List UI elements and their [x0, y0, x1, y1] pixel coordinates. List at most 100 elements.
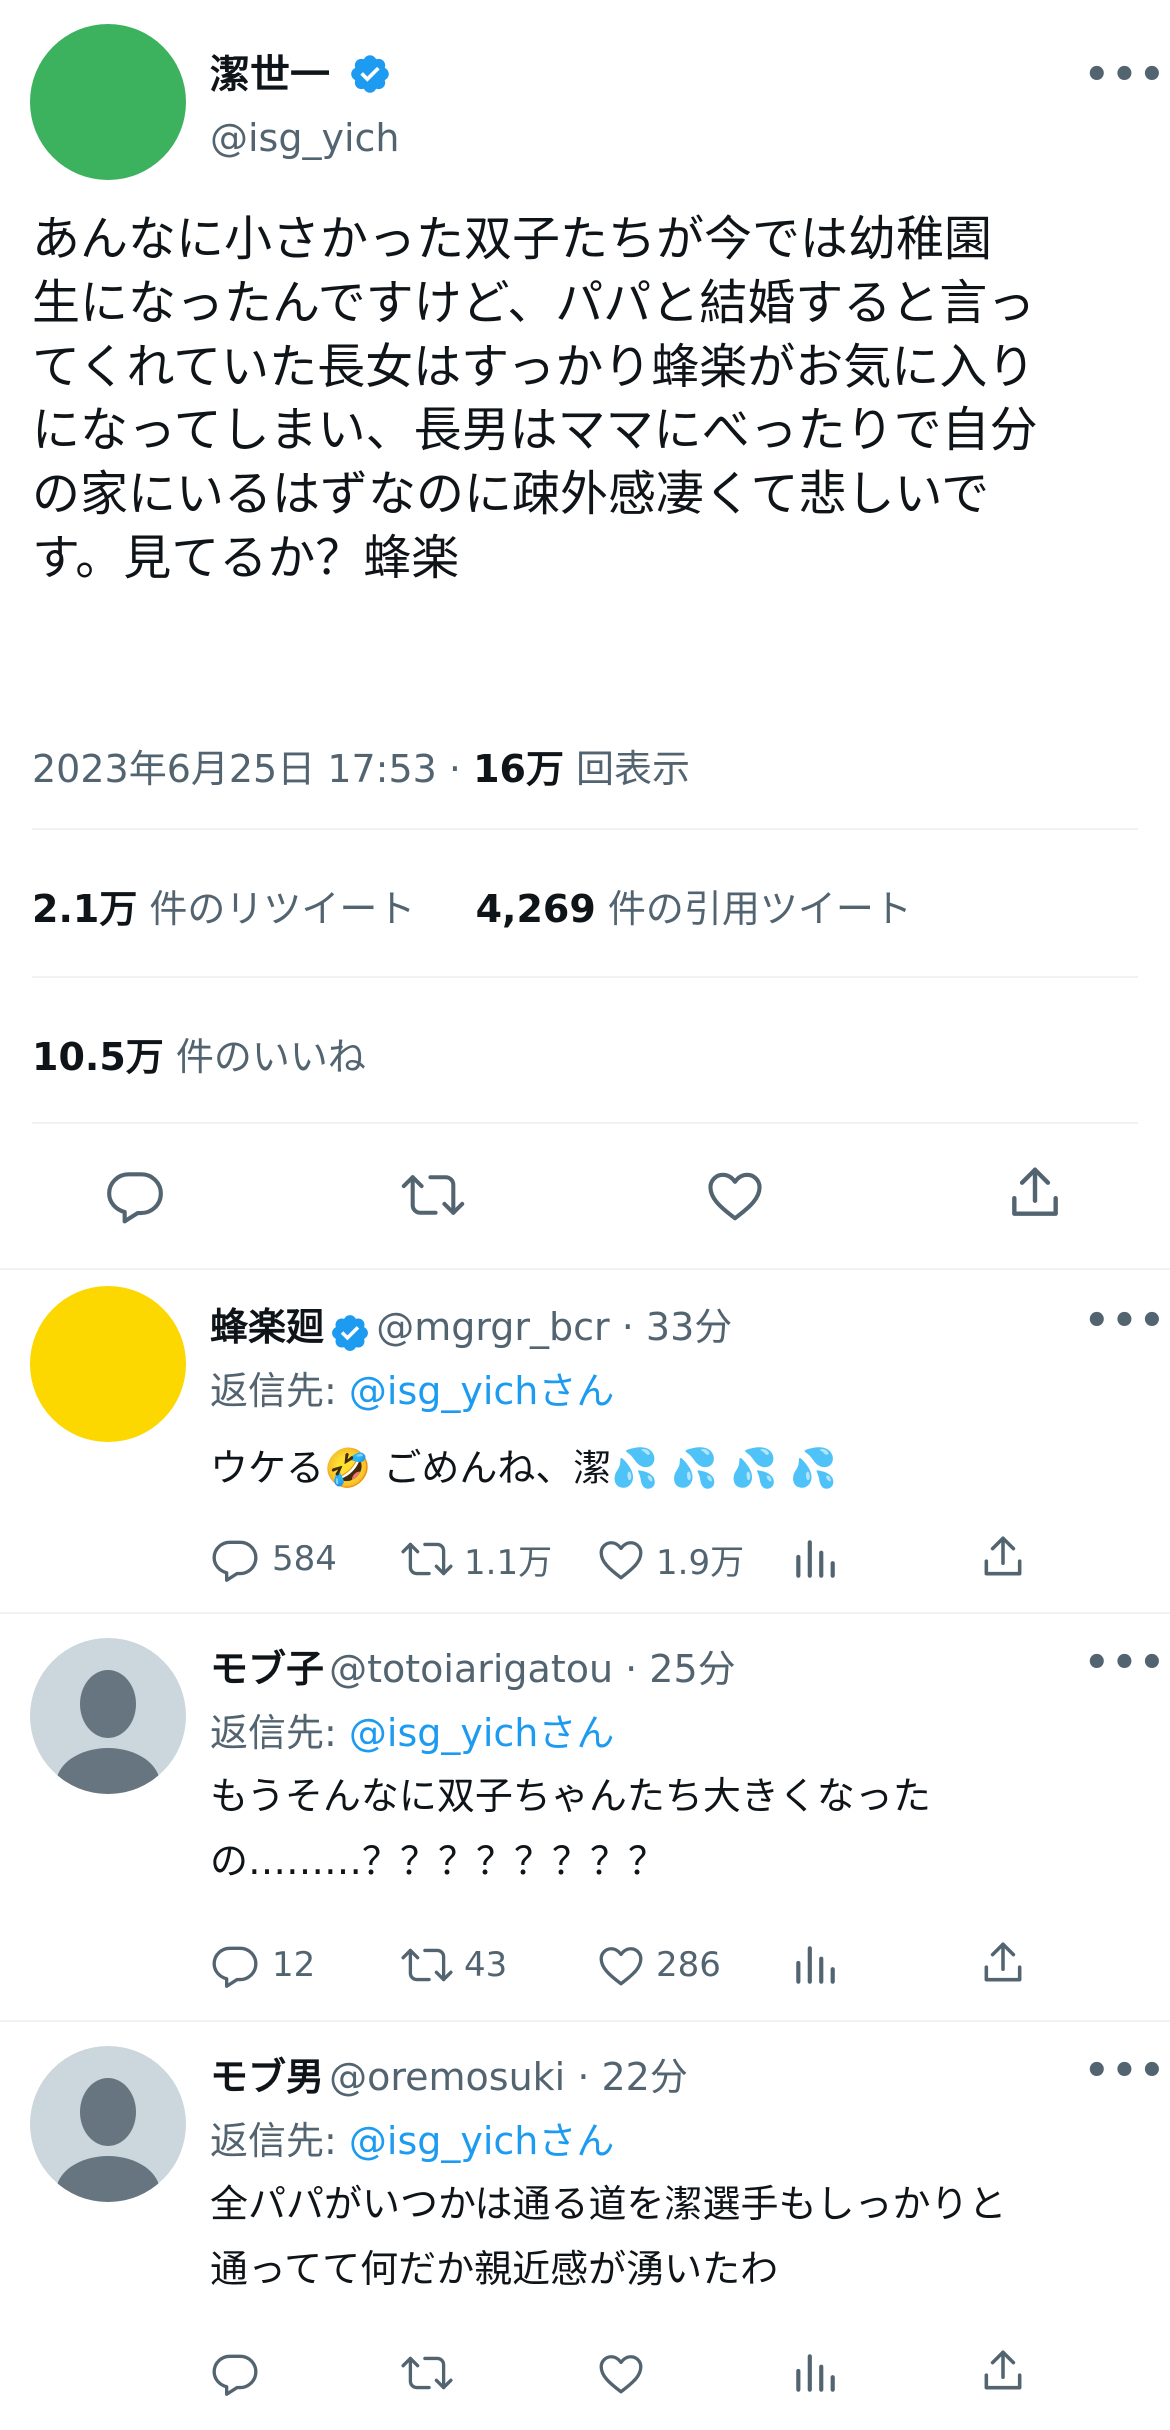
- reply-icon: [212, 2354, 258, 2396]
- default-avatar-icon[interactable]: [30, 2046, 186, 2202]
- views-label: 回表示: [563, 747, 691, 791]
- reply-display-name[interactable]: 蜂楽廻: [210, 1305, 324, 1349]
- like-icon: [599, 1541, 643, 1580]
- tweet-text: あんなに小さかった双子たちが今では幼稚園 生になったんですけど、パパと結婚すると…: [32, 208, 1162, 591]
- tweet-text-line: てくれていた長女はすっかり蜂楽がお気に入り: [32, 338, 1036, 395]
- retweet-icon: [401, 1948, 453, 1982]
- reply-to-link[interactable]: @isg_yichさん: [349, 1711, 615, 1755]
- more-icon[interactable]: •••: [1084, 2048, 1167, 2094]
- reply-handle[interactable]: @totoiarigatou · 25分: [329, 1647, 736, 1691]
- retweet-button[interactable]: 43: [400, 1940, 507, 1990]
- more-icon[interactable]: •••: [1084, 1640, 1167, 1686]
- reply-tweet[interactable]: モブ男 @oremosuki · 22分 ••• 返信先: @isg_yichさ…: [0, 2022, 1170, 2426]
- tweet-meta: 2023年6月25日 17:53 · 16万 回表示: [32, 738, 690, 793]
- like-icon: [708, 1172, 762, 1221]
- analytics-icon: [796, 2354, 835, 2392]
- share-button[interactable]: [978, 1532, 1028, 1582]
- author-name-text[interactable]: 潔世一: [210, 52, 330, 98]
- reply-handle[interactable]: @mgrgr_bcr · 33分: [376, 1305, 732, 1349]
- reply-to-link[interactable]: @isg_yichさん: [349, 2119, 615, 2163]
- reply-to-label: 返信先:: [210, 1369, 349, 1413]
- reply-to-label: 返信先:: [210, 2119, 349, 2163]
- reply-text-line: もうそんなに双子ちゃんたち大きくなった: [210, 1774, 931, 1818]
- retweet-icon: [401, 1175, 465, 1215]
- analytics-button[interactable]: [790, 1534, 840, 1584]
- default-avatar-silhouette: [56, 1670, 160, 1794]
- reply-header: モブ子 @totoiarigatou · 25分: [210, 1638, 736, 1693]
- reply-tweet[interactable]: モブ子 @totoiarigatou · 25分 ••• 返信先: @isg_y…: [0, 1614, 1170, 2018]
- share-button[interactable]: [978, 1938, 1028, 1988]
- share-icon: [984, 2350, 1022, 2390]
- tweet-text-line: あんなに小さかった双子たちが今では幼稚園: [32, 211, 993, 267]
- reply-button[interactable]: 584: [210, 1534, 337, 1584]
- like-button[interactable]: [704, 1164, 766, 1230]
- reply-display-name[interactable]: モブ男: [210, 2055, 324, 2099]
- reply-icon: [107, 1172, 163, 1224]
- timestamp[interactable]: 2023年6月25日 17:53 ·: [32, 747, 473, 791]
- reply-to-label: 返信先:: [210, 1711, 349, 1755]
- retweet-icon: [401, 2356, 453, 2390]
- more-icon[interactable]: •••: [1084, 52, 1167, 98]
- reply-to-line: 返信先: @isg_yichさん: [210, 1702, 614, 1757]
- divider: [32, 1122, 1138, 1124]
- retweets-stat[interactable]: 2.1万 件のリツイート: [32, 887, 415, 931]
- quotes-label: 件の引用ツイート: [595, 887, 912, 931]
- analytics-icon: [796, 1946, 835, 1984]
- reply-text: もうそんなに双子ちゃんたち大きくなった の………？？？？？？？？: [210, 1764, 931, 1893]
- author-handle[interactable]: @isg_yich: [210, 116, 400, 160]
- share-button[interactable]: [1004, 1162, 1066, 1228]
- reply-avatar[interactable]: [30, 1286, 186, 1442]
- likes-stat[interactable]: 10.5万 件のいいね: [32, 1026, 366, 1081]
- analytics-button[interactable]: [790, 1940, 840, 1990]
- reply-display-name[interactable]: モブ子: [210, 1647, 324, 1691]
- like-button[interactable]: [596, 2348, 646, 2398]
- share-icon: [984, 1536, 1022, 1576]
- reply-to-line: 返信先: @isg_yichさん: [210, 2110, 614, 2165]
- tweet-text-line: の家にいるはずなのに疎外感凄くて悲しいで: [32, 466, 990, 523]
- like-button[interactable]: 1.9万: [596, 1534, 744, 1584]
- author-avatar[interactable]: [30, 24, 186, 180]
- analytics-icon: [796, 1540, 835, 1578]
- likes-count: 10.5万: [32, 1035, 164, 1079]
- default-avatar-icon[interactable]: [30, 1638, 186, 1794]
- reply-handle[interactable]: @oremosuki · 22分: [329, 2055, 688, 2099]
- reply-button[interactable]: 12: [210, 1940, 315, 1990]
- quotes-count: 4,269: [475, 887, 596, 931]
- reply-text-line: ウケる🤣 ごめんね、潔💦 💦 💦 💦: [210, 1446, 837, 1490]
- like-icon: [599, 1947, 643, 1986]
- retweet-icon: [401, 1542, 453, 1576]
- tweet-text-line: す。見てるか？蜂楽: [32, 530, 460, 587]
- reply-to-link[interactable]: @isg_yichさん: [349, 1369, 615, 1413]
- reply-tweet[interactable]: 蜂楽廻 @mgrgr_bcr · 33分 ••• 返信先: @isg_yichさ…: [0, 1270, 1170, 1610]
- tweet-text-line: になってしまい、長男はママにべったりで自分: [32, 402, 1038, 459]
- quotes-stat[interactable]: 4,269 件の引用ツイート: [476, 887, 912, 931]
- retweet-button[interactable]: 1.1万: [400, 1534, 552, 1584]
- tweet-text-line: 生になったんですけど、パパと結婚すると言っ: [32, 274, 1036, 331]
- reply-text: ウケる🤣 ごめんね、潔💦 💦 💦 💦: [210, 1436, 837, 1501]
- like-button[interactable]: 286: [596, 1940, 721, 1990]
- like-count: 1.9万: [656, 1542, 745, 1583]
- reply-button[interactable]: [104, 1164, 166, 1230]
- reply-to-line: 返信先: @isg_yichさん: [210, 1360, 614, 1415]
- retweet-button[interactable]: [400, 1164, 466, 1230]
- divider: [32, 976, 1138, 978]
- share-button[interactable]: [978, 2346, 1028, 2396]
- reply-count: 12: [272, 1945, 316, 1985]
- reply-button[interactable]: [210, 2348, 260, 2398]
- more-icon[interactable]: •••: [1084, 1298, 1167, 1344]
- reply-text-line: の………？？？？？？？？: [210, 1838, 667, 1883]
- reply-header: モブ男 @oremosuki · 22分: [210, 2046, 688, 2101]
- retweet-button[interactable]: [400, 2348, 454, 2398]
- verified-badge-icon: [332, 1314, 369, 1351]
- reply-text-line: 通ってて何だか親近感が湧いたわ: [210, 2246, 779, 2291]
- retweet-quote-stats: 2.1万 件のリツイート 4,269 件の引用ツイート: [32, 878, 912, 933]
- analytics-button[interactable]: [790, 2348, 840, 2398]
- likes-label: 件のいいね: [163, 1035, 366, 1079]
- reply-icon: [212, 1946, 258, 1988]
- verified-badge-icon: [351, 55, 389, 93]
- like-count: 286: [656, 1945, 721, 1985]
- author-display-name[interactable]: 潔世一: [210, 42, 392, 100]
- reply-text-line: 全パパがいつかは通る道を潔選手もしっかりと: [210, 2182, 1007, 2226]
- reply-icon: [212, 1540, 258, 1582]
- views-count: 16万: [473, 747, 564, 791]
